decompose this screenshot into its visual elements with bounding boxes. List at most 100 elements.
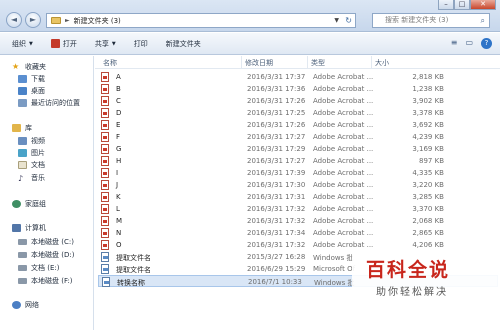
file-name: O — [116, 241, 122, 249]
column-divider[interactable] — [307, 56, 308, 69]
column-header-size[interactable]: 大小 — [375, 58, 389, 68]
file-type: Adobe Acrobat ... — [313, 133, 374, 141]
sidebar-item-label: 网络 — [25, 301, 39, 309]
search-input[interactable]: 搜索 新建文件夹 (3) ⌕ — [372, 13, 490, 28]
sidebar-item-libraries[interactable]: 库 — [12, 122, 32, 134]
file-size: 2,068 KB — [412, 217, 444, 225]
column-header-date[interactable]: 修改日期 — [245, 58, 273, 68]
document-file-icon — [101, 264, 109, 274]
refresh-icon[interactable]: ↻ — [345, 16, 352, 25]
breadcrumb-separator[interactable]: ► — [65, 17, 70, 24]
file-date: 2015/3/27 16:28 — [247, 253, 306, 261]
chevron-down-icon: ▼ — [111, 40, 116, 47]
file-row[interactable]: G 2016/3/31 17:29 Adobe Acrobat ... 3,16… — [98, 143, 498, 155]
file-row[interactable]: J 2016/3/31 17:30 Adobe Acrobat ... 3,22… — [98, 179, 498, 191]
file-row[interactable]: D 2016/3/31 17:25 Adobe Acrobat ... 3,37… — [98, 107, 498, 119]
file-size: 3,220 KB — [412, 181, 444, 189]
file-name: N — [116, 229, 122, 237]
drive-icon — [18, 265, 27, 271]
sidebar-item-label: 最近访问的位置 — [31, 99, 80, 107]
file-name: K — [116, 193, 121, 201]
sidebar-item-favorites[interactable]: ★ 收藏夹 — [12, 61, 46, 73]
recent-places-icon — [18, 99, 27, 107]
file-row[interactable]: O 2016/3/31 17:32 Adobe Acrobat ... 4,20… — [98, 239, 498, 251]
column-divider[interactable] — [241, 56, 242, 69]
desktop-icon — [18, 87, 27, 95]
file-row[interactable]: E 2016/3/31 17:26 Adobe Acrobat ... 3,69… — [98, 119, 498, 131]
column-header-name[interactable]: 名称 — [103, 58, 117, 68]
organize-button[interactable]: 组织 ▼ — [12, 39, 33, 49]
maximize-button[interactable]: □ — [454, 0, 470, 10]
sidebar-item-label: 收藏夹 — [25, 63, 46, 71]
documents-icon — [18, 161, 27, 169]
file-row[interactable]: K 2016/3/31 17:31 Adobe Acrobat ... 3,28… — [98, 191, 498, 203]
file-date: 2016/3/31 17:27 — [247, 133, 306, 141]
file-size: 3,285 KB — [412, 193, 444, 201]
file-date: 2016/3/31 17:26 — [247, 121, 306, 129]
file-name: D — [116, 109, 122, 117]
file-name: B — [116, 85, 121, 93]
file-row[interactable]: H 2016/3/31 17:27 Adobe Acrobat ... 897 … — [98, 155, 498, 167]
sidebar-item-drive-e[interactable]: 文档 (E:) — [18, 262, 59, 274]
file-type: Adobe Acrobat ... — [313, 109, 374, 117]
new-folder-label: 新建文件夹 — [165, 39, 201, 48]
address-dropdown-icon[interactable]: ▼ — [334, 17, 339, 24]
pdf-file-icon — [101, 72, 109, 82]
file-date: 2016/3/31 17:29 — [247, 145, 306, 153]
file-type: Adobe Acrobat ... — [313, 169, 374, 177]
file-type: Microsoft Of — [313, 265, 356, 273]
sidebar-item-videos[interactable]: 视频 — [18, 135, 45, 147]
sidebar-item-label: 家庭组 — [25, 200, 46, 208]
sidebar-item-homegroup[interactable]: 家庭组 — [12, 198, 46, 210]
sidebar-item-drive-d[interactable]: 本地磁盘 (D:) — [18, 249, 74, 261]
preview-pane-icon[interactable]: ▭ — [465, 38, 473, 49]
minimize-button[interactable]: – — [438, 0, 454, 10]
address-bar[interactable]: ► 新建文件夹 (3) ▼ ↻ — [46, 13, 356, 28]
close-button[interactable]: ✕ — [470, 0, 496, 10]
file-row[interactable]: I 2016/3/31 17:39 Adobe Acrobat ... 4,33… — [98, 167, 498, 179]
file-date: 2016/3/31 17:31 — [247, 193, 306, 201]
forward-button[interactable]: ► — [25, 12, 41, 28]
file-row[interactable]: L 2016/3/31 17:32 Adobe Acrobat ... 3,37… — [98, 203, 498, 215]
view-options-icon[interactable]: ≡ — [451, 38, 458, 49]
sidebar-item-drive-f[interactable]: 本地磁盘 (F:) — [18, 275, 73, 287]
print-button[interactable]: 打印 — [134, 39, 148, 49]
file-row[interactable]: B 2016/3/31 17:36 Adobe Acrobat ... 1,23… — [98, 83, 498, 95]
file-type: Windows 批 — [314, 279, 355, 287]
file-row[interactable]: N 2016/3/31 17:34 Adobe Acrobat ... 2,86… — [98, 227, 498, 239]
sidebar-item-drive-c[interactable]: 本地磁盘 (C:) — [18, 236, 74, 248]
column-header-type[interactable]: 类型 — [311, 58, 325, 68]
file-date: 2016/3/31 17:34 — [247, 229, 306, 237]
watermark: 百科全说 助你轻松解决 — [352, 252, 500, 302]
new-folder-button[interactable]: 新建文件夹 — [166, 39, 201, 49]
file-row[interactable]: F 2016/3/31 17:27 Adobe Acrobat ... 4,23… — [98, 131, 498, 143]
sidebar-item-recent[interactable]: 最近访问的位置 — [18, 97, 80, 109]
file-size: 3,692 KB — [412, 121, 444, 129]
open-button[interactable]: 打开 — [50, 39, 77, 49]
sidebar-item-downloads[interactable]: 下载 — [18, 73, 45, 85]
breadcrumb-current[interactable]: 新建文件夹 (3) — [74, 16, 121, 26]
file-name: 提取文件名 — [116, 254, 151, 262]
sidebar-item-pictures[interactable]: 图片 — [18, 147, 45, 159]
sidebar-item-label: 库 — [25, 124, 32, 132]
file-row[interactable]: M 2016/3/31 17:32 Adobe Acrobat ... 2,06… — [98, 215, 498, 227]
sidebar-item-network[interactable]: 网络 — [12, 299, 39, 311]
sidebar-item-music[interactable]: ♪ 音乐 — [18, 172, 45, 184]
file-row[interactable]: A 2016/3/31 17:37 Adobe Acrobat ... 2,81… — [98, 71, 498, 83]
file-name: J — [116, 181, 119, 189]
print-label: 打印 — [133, 39, 148, 48]
sidebar-item-label: 音乐 — [31, 174, 45, 182]
back-button[interactable]: ◄ — [6, 12, 22, 28]
sidebar-item-desktop[interactable]: 桌面 — [18, 85, 45, 97]
search-icon[interactable]: ⌕ — [481, 14, 485, 27]
file-row[interactable]: C 2016/3/31 17:26 Adobe Acrobat ... 3,90… — [98, 95, 498, 107]
column-header-row: 名称 修改日期 类型 大小 — [95, 56, 500, 69]
sidebar-item-computer[interactable]: 计算机 — [12, 222, 46, 234]
file-name: F — [116, 133, 121, 141]
column-divider[interactable] — [371, 56, 372, 69]
file-size: 4,206 KB — [412, 241, 444, 249]
sidebar-item-documents[interactable]: 文档 — [18, 159, 45, 171]
help-icon[interactable]: ? — [481, 38, 492, 49]
share-button[interactable]: 共享 ▼ — [95, 39, 116, 49]
file-name: C — [116, 97, 121, 105]
